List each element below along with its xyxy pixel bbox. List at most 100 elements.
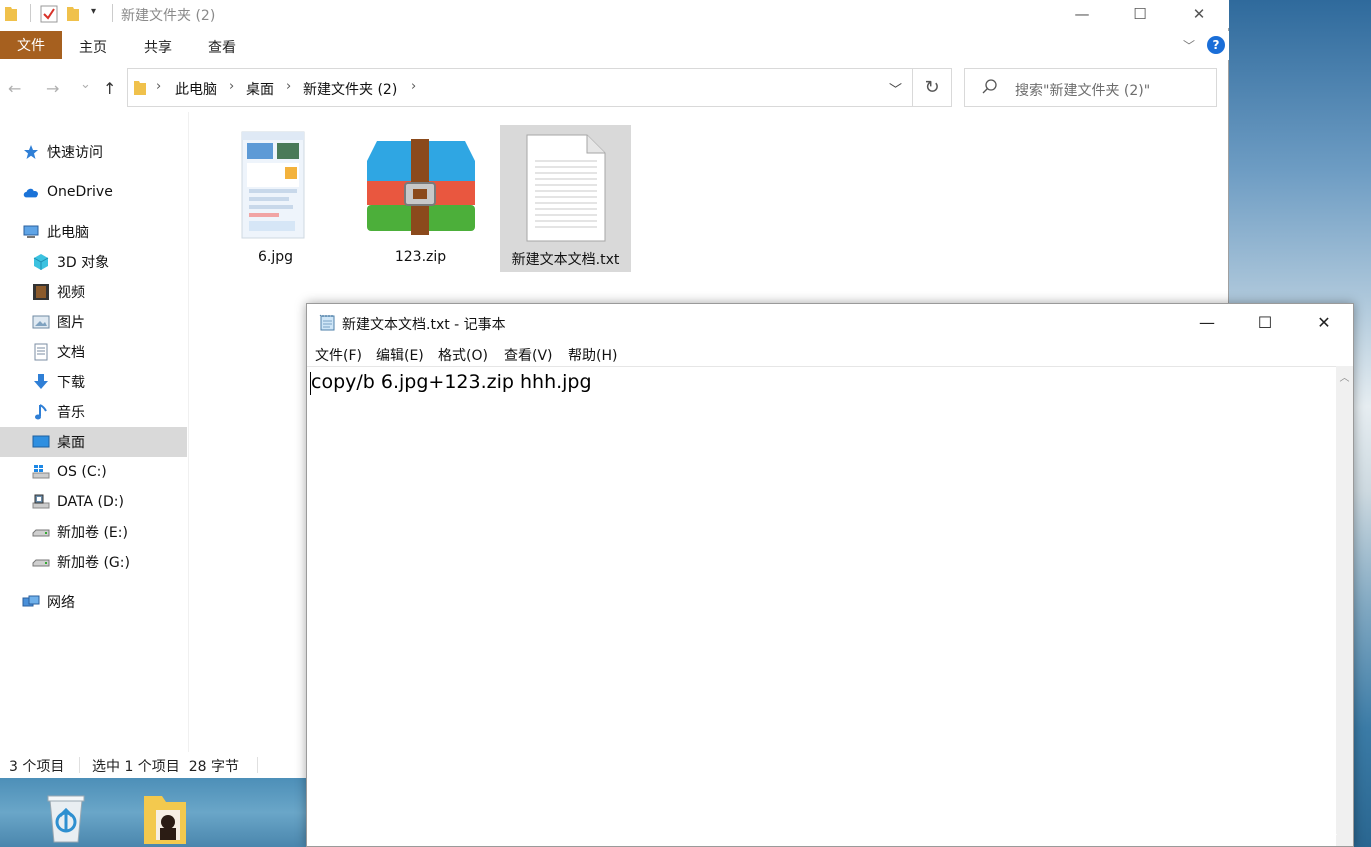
properties-check-icon[interactable] (40, 5, 58, 27)
sidebar-item-documents[interactable]: 文档 (0, 337, 187, 367)
notepad-minimize-button[interactable]: — (1177, 304, 1237, 340)
folder-small-icon (133, 80, 147, 100)
sidebar-item-label: OneDrive (47, 184, 113, 200)
watermark-text: https://blog.csdn.net/Li_4565_ (1150, 819, 1337, 835)
sidebar-item-label: OS (C:) (57, 464, 107, 480)
notepad-maximize-button[interactable]: ☐ (1235, 304, 1295, 340)
close-button[interactable]: ✕ (1169, 0, 1229, 28)
ribbon: 文件 主页 共享 查看 ﹀ ? (0, 31, 1229, 60)
file-name: 123.zip (394, 249, 447, 265)
folder-shortcut-icon[interactable] (140, 788, 192, 847)
sidebar-item-3d-objects[interactable]: 3D 对象 (0, 247, 187, 277)
drive-icon (32, 553, 50, 571)
sidebar-item-downloads[interactable]: 下载 (0, 367, 187, 397)
selection-info: 选中 1 个项目 28 字节 (92, 759, 239, 775)
back-button[interactable]: ← (8, 79, 21, 98)
download-icon (32, 373, 50, 391)
file-item-txt[interactable]: 新建文本文档.txt (500, 125, 631, 272)
sidebar-item-this-pc[interactable]: 此电脑 (0, 217, 187, 247)
item-count: 3 个项目 (9, 759, 65, 775)
breadcrumb-separator[interactable]: › (156, 79, 161, 94)
notepad-close-button[interactable]: ✕ (1294, 304, 1354, 340)
sidebar-item-drive-g[interactable]: 新加卷 (G:) (0, 547, 187, 577)
menu-help[interactable]: 帮助(H) (568, 345, 617, 365)
sidebar-item-label: 下载 (57, 375, 85, 391)
navigation-pane: 快速访问 OneDrive 此电脑 3D 对象 视频 图片 文档 下载 音乐 桌… (0, 112, 189, 752)
notepad-title: 新建文本文档.txt - 记事本 (342, 317, 506, 333)
notepad-titlebar: 新建文本文档.txt - 记事本 — ☐ ✕ (307, 304, 1353, 340)
text-file-icon (526, 134, 606, 242)
sidebar-item-videos[interactable]: 视频 (0, 277, 187, 307)
new-folder-quick-icon[interactable] (66, 5, 80, 27)
help-icon[interactable]: ? (1207, 36, 1225, 54)
status-divider (79, 757, 80, 773)
desktop-icon (32, 433, 50, 451)
menu-view[interactable]: 查看(V) (504, 345, 553, 365)
titlebar-divider (112, 4, 113, 22)
menu-file[interactable]: 文件(F) (315, 345, 362, 365)
status-divider (257, 757, 258, 773)
sidebar-item-pictures[interactable]: 图片 (0, 307, 187, 337)
up-button[interactable]: ↑ (103, 79, 116, 98)
address-bar[interactable]: › 此电脑 › 桌面 › 新建文件夹 (2) › ﹀ (127, 68, 913, 107)
sidebar-item-onedrive[interactable]: OneDrive (0, 177, 187, 207)
tab-share[interactable]: 共享 (144, 37, 172, 57)
sidebar-item-music[interactable]: 音乐 (0, 397, 187, 427)
notepad-text-area[interactable]: copy/b 6.jpg+123.zip hhh.jpg (307, 366, 1336, 846)
notepad-menubar: 文件(F) 编辑(E) 格式(O) 查看(V) 帮助(H) (307, 342, 1353, 366)
notepad-icon (319, 314, 335, 331)
minimize-button[interactable]: — (1052, 0, 1112, 28)
document-icon (32, 343, 50, 361)
cloud-icon (22, 183, 40, 201)
customize-quick-access-icon[interactable]: ▾ (91, 6, 96, 17)
file-item-6jpg[interactable]: 6.jpg (210, 125, 341, 272)
sidebar-item-quick-access[interactable]: 快速访问 (0, 137, 187, 167)
scroll-up-arrow-icon[interactable]: ︿ (1336, 369, 1353, 384)
search-box[interactable]: 搜索"新建文件夹 (2)" (964, 68, 1217, 107)
tab-file[interactable]: 文件 (0, 31, 62, 59)
breadcrumb-new-folder[interactable]: 新建文件夹 (2) (303, 79, 397, 99)
sidebar-item-label: 图片 (57, 315, 85, 331)
breadcrumb-separator[interactable]: › (286, 79, 291, 94)
maximize-button[interactable]: ☐ (1110, 0, 1170, 28)
sidebar-item-drive-c[interactable]: OS (C:) (0, 457, 187, 487)
sidebar-item-label: 网络 (47, 595, 75, 611)
navigation-bar: ← → ⌄ ↑ › 此电脑 › 桌面 › 新建文件夹 (2) › ﹀ ↻ 搜索"… (0, 62, 1229, 112)
file-item-123zip[interactable]: 123.zip (355, 125, 486, 272)
expand-ribbon-chevron-icon[interactable]: ﹀ (1183, 37, 1195, 54)
address-dropdown-icon[interactable]: ﹀ (889, 79, 902, 98)
computer-icon (22, 223, 40, 241)
sidebar-item-network[interactable]: 网络 (0, 587, 187, 617)
sidebar-item-drive-e[interactable]: 新加卷 (E:) (0, 517, 187, 547)
sidebar-item-label: 新加卷 (E:) (57, 525, 128, 541)
sidebar-item-label: 3D 对象 (57, 255, 110, 271)
tab-view[interactable]: 查看 (208, 37, 236, 57)
film-icon (32, 283, 50, 301)
menu-edit[interactable]: 编辑(E) (376, 345, 424, 365)
sidebar-item-desktop[interactable]: 桌面 (0, 427, 187, 457)
recycle-bin-icon[interactable] (40, 786, 92, 846)
sidebar-item-drive-d[interactable]: DATA (D:) (0, 487, 187, 517)
sidebar-item-label: 桌面 (57, 435, 85, 451)
refresh-icon: ↻ (924, 77, 940, 98)
breadcrumb-separator[interactable]: › (411, 79, 416, 94)
drive-windows-icon (32, 463, 50, 481)
titlebar-divider (30, 4, 31, 22)
explorer-title: 新建文件夹 (2) (121, 8, 216, 24)
tab-home[interactable]: 主页 (79, 37, 107, 57)
recent-locations-button[interactable]: ⌄ (80, 77, 91, 92)
breadcrumb-separator[interactable]: › (229, 79, 234, 94)
menu-format[interactable]: 格式(O) (438, 345, 488, 365)
vertical-scrollbar[interactable]: ︿ (1336, 366, 1353, 846)
notepad-window: 新建文本文档.txt - 记事本 — ☐ ✕ 文件(F) 编辑(E) 格式(O)… (306, 303, 1354, 847)
file-name: 6.jpg (257, 249, 294, 265)
sidebar-item-label: 音乐 (57, 405, 85, 421)
drive-icon (32, 523, 50, 541)
notepad-content[interactable]: copy/b 6.jpg+123.zip hhh.jpg (310, 371, 592, 395)
sidebar-item-label: 文档 (57, 345, 85, 361)
sidebar-item-label: 此电脑 (47, 225, 89, 241)
refresh-button[interactable]: ↻ (912, 68, 952, 107)
forward-button[interactable]: → (46, 79, 59, 98)
breadcrumb-this-pc[interactable]: 此电脑 (175, 79, 217, 99)
breadcrumb-desktop[interactable]: 桌面 (246, 79, 274, 99)
